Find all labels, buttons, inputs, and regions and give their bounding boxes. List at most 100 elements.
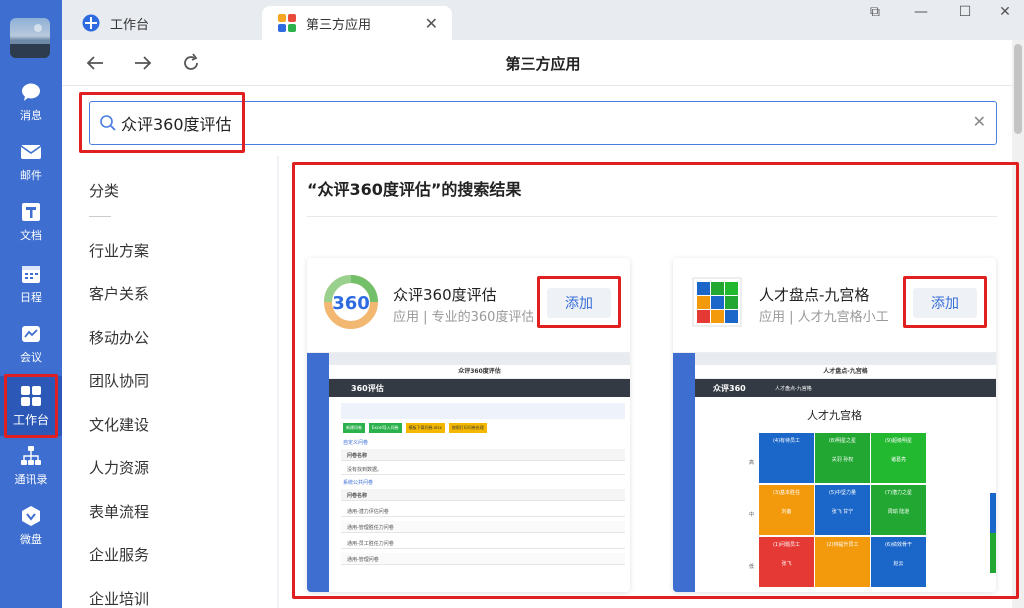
legend-bar	[990, 493, 996, 533]
rail-item-mail[interactable]: 邮件	[0, 134, 62, 190]
app-card-360[interactable]: 360 众评360度评估 应用 | 专业的360度评估 添加 众评360度评估 …	[307, 258, 630, 592]
search-results: “众评360度评估”的搜索结果 360 众评360度评估 应用 | 专业的360…	[279, 156, 1019, 608]
preview-brand: 360评估	[351, 384, 384, 393]
preview-rail	[673, 353, 695, 592]
forward-arrow-icon[interactable]	[130, 50, 156, 76]
chat-icon	[20, 81, 42, 103]
scroll-thumb[interactable]	[1014, 44, 1022, 134]
left-rail: 消息 邮件 文档 日程 会议 工作台 通讯录 微盘	[0, 0, 62, 608]
preview-button: 模板下载问卷.xlsx	[405, 423, 445, 433]
category-item[interactable]: 客户关系	[89, 283, 149, 304]
scrollbar[interactable]	[1012, 40, 1024, 608]
table-row: 没有找到数据。	[341, 463, 625, 475]
category-item[interactable]: 企业培训	[89, 588, 149, 608]
add-app-button[interactable]: 添加	[913, 288, 977, 318]
tab-third-party-apps[interactable]: 第三方应用 ✕	[262, 6, 452, 40]
axis-label: 高	[749, 460, 755, 466]
contacts-icon	[20, 445, 42, 467]
tab-workbench[interactable]: 工作台	[66, 6, 260, 40]
app-preview-screenshot: 众评360度评估 360评估 新建问卷 Excel导入问卷 模板下载问卷.xls…	[307, 352, 630, 592]
category-item[interactable]: 文化建设	[89, 414, 149, 435]
close-window-icon[interactable]: ✕	[990, 2, 1020, 22]
rail-item-contacts[interactable]: 通讯录	[0, 438, 62, 494]
tab-label: 工作台	[110, 17, 150, 33]
app-logo-360: 360	[323, 272, 379, 332]
search-area: ✕	[62, 86, 1012, 156]
grid-cell: (9)超级明星 诸葛亮	[871, 433, 926, 483]
preview-heading: 人才九宫格	[807, 409, 862, 422]
document-icon	[20, 201, 42, 223]
legend-bar	[990, 533, 996, 573]
grid-cell: (8)明星之星 关羽 孙权	[815, 433, 870, 483]
category-item[interactable]: 移动办公	[89, 327, 149, 348]
nine-grid: (4)有待员工 (8)明星之星 关羽 孙权 (9)超级明星 诸葛亮 (3)基本胜任刘…	[759, 433, 927, 592]
search-icon	[99, 114, 117, 132]
category-item[interactable]: 行业方案	[89, 240, 149, 261]
preview-brand: 众评360	[713, 384, 746, 393]
category-sidebar: 分类 行业方案 客户关系 移动办公 团队协同 文化建设 人力资源 表单流程 企业…	[62, 156, 278, 608]
rail-item-calendar[interactable]: 日程	[0, 256, 62, 312]
workbench-icon	[20, 385, 42, 407]
preview-title: 众评360度评估	[329, 365, 630, 379]
grid-cell: (6)绩效骨干 赵云	[871, 537, 926, 587]
rail-label: 微盘	[20, 533, 42, 546]
table-row: 通用-员工胜任力问卷	[341, 537, 625, 549]
preview-subtitle: 人才盘点-九宫格	[775, 386, 812, 392]
category-item[interactable]: 团队协同	[89, 370, 149, 391]
minimize-icon[interactable]: —	[906, 2, 936, 22]
category-item[interactable]: 企业服务	[89, 544, 149, 565]
add-app-button[interactable]: 添加	[547, 288, 611, 318]
preview-button: 新建问卷	[343, 423, 365, 433]
preview-title: 人才盘点-九宫格	[695, 365, 996, 379]
refresh-icon[interactable]	[178, 50, 204, 76]
preview-notice	[341, 403, 625, 419]
axis-label: 低	[749, 564, 755, 570]
app-card-talent-grid[interactable]: 人才盘点-九宫格 应用 | 人才九宫格小工 添加 人才盘点-九宫格 众评360 …	[673, 258, 996, 592]
table-row: 通用-管理问卷	[341, 553, 625, 565]
app-window: 消息 邮件 文档 日程 会议 工作台 通讯录 微盘 工作台 第三方应用 ✕ ⧉ …	[0, 0, 1024, 608]
table-row: 问卷名称	[341, 489, 625, 501]
grid-cell: (1)问题员工 张飞	[759, 537, 814, 587]
grid-cell: (4)有待员工	[759, 433, 814, 483]
avatar[interactable]	[10, 18, 50, 58]
clear-icon[interactable]: ✕	[973, 112, 986, 131]
rail-item-drive[interactable]: 微盘	[0, 498, 62, 554]
rail-label: 通讯录	[14, 473, 48, 486]
app-name: 人才盘点-九宫格	[759, 286, 870, 304]
preview-button: 按照打印问卷处理	[448, 423, 487, 433]
divider	[89, 216, 111, 217]
results-title: “众评360度评估”的搜索结果	[307, 180, 522, 199]
search-box[interactable]: ✕	[89, 101, 997, 145]
rail-item-workbench[interactable]: 工作台	[0, 376, 62, 436]
app-preview-screenshot: 人才盘点-九宫格 众评360 人才盘点-九宫格 人才九宫格 高 中 低 (4)有…	[673, 352, 996, 592]
rail-item-meeting[interactable]: 会议	[0, 316, 62, 372]
logo-text: 360	[332, 293, 370, 314]
category-item[interactable]: 人力资源	[89, 457, 149, 478]
maximize-icon[interactable]: ☐	[950, 2, 980, 22]
back-arrow-icon[interactable]	[82, 50, 108, 76]
workbench-icon	[82, 14, 100, 32]
app-description: 应用 | 人才九宫格小工	[759, 310, 889, 325]
preview-rail	[307, 353, 329, 592]
rail-label: 消息	[20, 109, 42, 122]
tab-label: 第三方应用	[306, 17, 372, 33]
cloud-drive-icon	[20, 505, 42, 527]
app-name: 众评360度评估	[393, 286, 497, 304]
table-row: 通用-潜力评估问卷	[341, 505, 625, 517]
rail-item-docs[interactable]: 文档	[0, 194, 62, 250]
rail-item-messages[interactable]: 消息	[0, 74, 62, 130]
grid-cell: (2)待提升员工	[815, 537, 870, 587]
preview-tabbar	[695, 353, 996, 365]
grid-cell: (7)潜力之星 周瑜 陆逊	[871, 485, 926, 535]
category-header: 分类	[89, 182, 120, 200]
app-logo-nine-grid	[689, 272, 745, 332]
category-item[interactable]: 表单流程	[89, 501, 149, 522]
preview-tabbar	[329, 353, 630, 365]
search-input[interactable]	[121, 111, 921, 135]
meeting-icon	[20, 323, 42, 345]
table-row: 问卷名称	[341, 449, 625, 461]
table-row: 通用-管理胜任力问卷	[341, 521, 625, 533]
restore-window-icon[interactable]: ⧉	[860, 2, 890, 22]
close-icon[interactable]: ✕	[425, 14, 438, 33]
grid-cell: (3)基本胜任 刘备	[759, 485, 814, 535]
